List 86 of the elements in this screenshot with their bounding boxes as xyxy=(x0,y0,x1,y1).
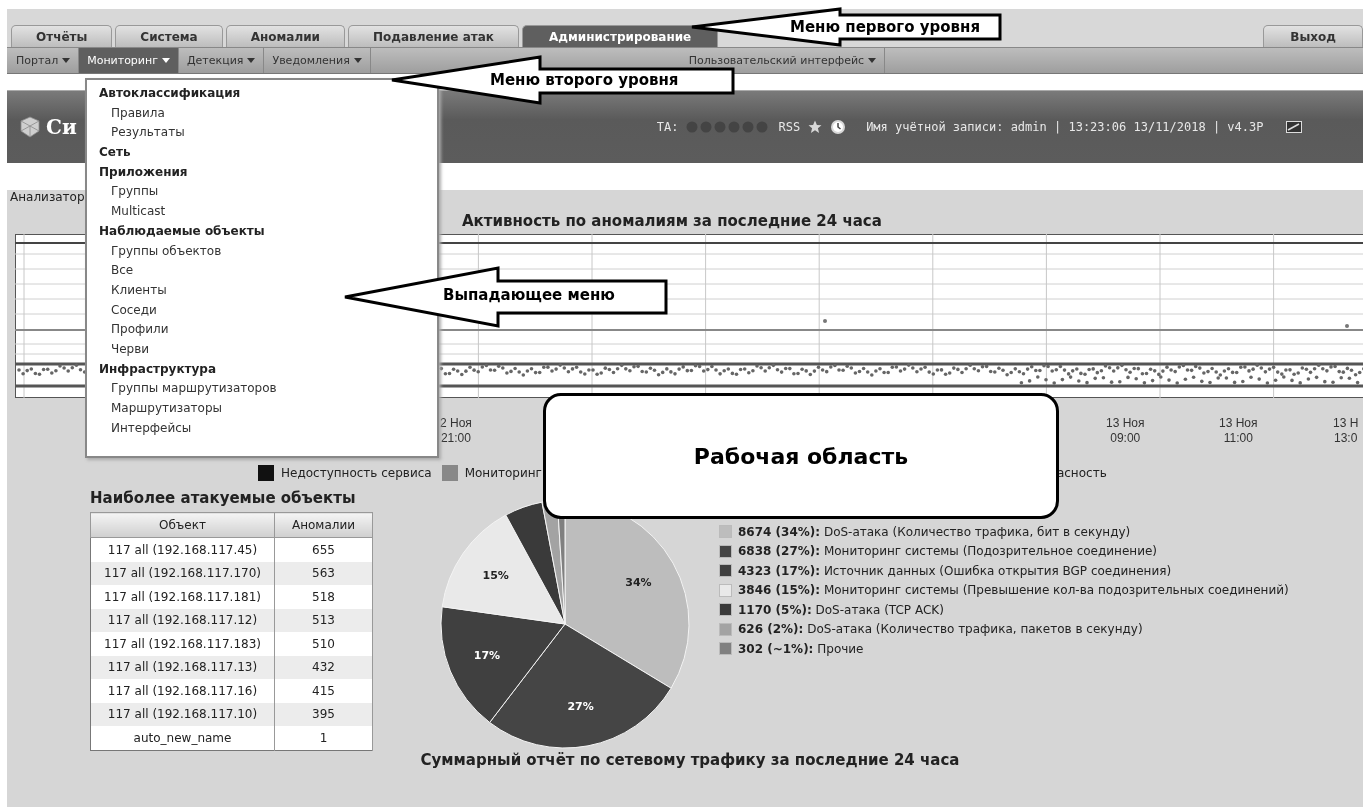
top-menu-tab[interactable]: Администрирование xyxy=(521,25,719,47)
table-cell: 117 all (192.168.117.170) xyxy=(90,561,275,585)
menu-heading[interactable]: Наблюдаемые объекты xyxy=(99,221,265,242)
table-cell: 117 all (192.168.117.12) xyxy=(90,608,275,632)
slice-label: 27% xyxy=(567,699,594,713)
legend-label: 3846 (15%): Мониторинг системы (Превышение кол-ва подозрительных соединений) xyxy=(738,583,1289,598)
table-cell: 510 xyxy=(274,632,373,656)
table-cell: 432 xyxy=(274,655,373,679)
legend-label: 6838 (27%): Мониторинг системы (Подозрительное соединение) xyxy=(738,544,1157,559)
caret-icon xyxy=(62,58,71,63)
account-info: Имя учётной записи: admin | 13:23:06 13/11/2018 | v4.3P xyxy=(866,120,1264,134)
submenu-item[interactable]: Уведомления xyxy=(264,48,371,73)
top-menu-tab[interactable]: Отчёты xyxy=(11,25,113,47)
legend-label: 8674 (34%): DoS-атака (Количество трафика, бит в секунду) xyxy=(738,524,1131,539)
table-cell: 415 xyxy=(274,679,373,703)
axis-label: 13 Ноя 09:00 xyxy=(1106,416,1145,446)
chart-title: Активность по аномалиям за последние 24 часа xyxy=(462,212,883,230)
slice-label: 15% xyxy=(482,568,509,582)
axis-label: 13 Ноя 11:00 xyxy=(1219,416,1258,446)
menu-heading[interactable]: Инфраструктура xyxy=(99,359,217,380)
legend-label: 302 (~1%): Прочие xyxy=(738,641,864,656)
table-cell: 117 all (192.168.117.10) xyxy=(90,702,275,726)
column-header[interactable]: Объект xyxy=(90,512,275,538)
caret-icon xyxy=(247,58,256,63)
section-title: Суммарный отчёт по сетевому трафику за последние 24 часа xyxy=(419,750,961,769)
table-cell: 395 xyxy=(274,702,373,726)
column-header[interactable]: Аномалии xyxy=(274,512,373,538)
menu-item[interactable]: Интерфейсы xyxy=(111,418,192,439)
submenu-item[interactable]: Мониторинг xyxy=(79,48,179,73)
menu-item[interactable]: Группы маршрутизаторов xyxy=(111,379,277,399)
table-cell: 518 xyxy=(274,585,373,609)
legend-label: Недоступность сервиса xyxy=(281,466,432,480)
table-cell: 655 xyxy=(274,537,373,562)
table-cell: 117 all (192.168.117.45) xyxy=(90,537,275,562)
table-cell: 117 all (192.168.117.16) xyxy=(90,679,275,703)
window-icon[interactable] xyxy=(1285,121,1302,133)
breadcrumb: Анализатор xyxy=(10,190,85,204)
menu-heading[interactable]: Приложения xyxy=(99,162,188,183)
menu-item[interactable]: Multicast xyxy=(111,202,166,222)
table-cell: 513 xyxy=(274,608,373,632)
top-menu-tab[interactable]: Подавление атак xyxy=(348,25,519,47)
menu-item[interactable]: Соседи xyxy=(111,300,157,321)
table-cell: 117 all (192.168.117.181) xyxy=(90,585,275,609)
slice-label: 17% xyxy=(473,648,501,662)
legend-label: 626 (2%): DoS-атака (Количество трафика, пакетов в секунду) xyxy=(738,622,1143,637)
menu-item[interactable]: Черви xyxy=(111,339,150,360)
menu-item[interactable]: Клиенты xyxy=(111,280,167,301)
caret-icon xyxy=(868,58,877,63)
menu-item[interactable]: Результаты xyxy=(111,123,185,144)
star-icon[interactable] xyxy=(808,120,823,134)
callout-text: Меню второго уровня xyxy=(490,71,679,89)
menu-item[interactable]: Группы xyxy=(111,182,159,203)
callout-text: Рабочая область xyxy=(693,443,909,469)
callout-text: Меню первого уровня xyxy=(790,18,980,36)
menu-item[interactable]: Правила xyxy=(111,103,165,124)
rss-link[interactable]: RSS xyxy=(778,120,801,134)
menu-item[interactable]: Профили xyxy=(111,320,169,340)
table-cell: auto_new_name xyxy=(90,726,275,750)
legend-label: 4323 (17%): Источник данных (Ошибка открытия BGP соединения) xyxy=(738,563,1172,578)
submenu-item[interactable]: Детекция xyxy=(179,48,265,73)
menu-item[interactable]: Группы объектов xyxy=(111,241,222,262)
callout-text: Выпадающее меню xyxy=(443,286,615,304)
logout-tab[interactable]: Выход xyxy=(1263,25,1363,47)
table-cell: 117 all (192.168.117.13) xyxy=(90,655,275,679)
legend-label: асность xyxy=(1056,466,1107,480)
axis-label: 13 Н 13:0 xyxy=(1333,416,1359,446)
clock-icon[interactable] xyxy=(830,119,847,135)
app-title: Си xyxy=(46,115,77,139)
polyhedron-icon xyxy=(19,116,41,138)
legend-label: 1170 (5%): DoS-атака (TCP ACK) xyxy=(738,602,944,617)
axis-label: 2 Ноя 21:00 xyxy=(440,416,472,446)
caret-icon xyxy=(162,58,170,63)
menu-item[interactable]: Маршрутизаторы xyxy=(111,399,222,419)
menu-heading[interactable]: Автоклассификация xyxy=(99,84,241,104)
menu-heading[interactable]: Сеть xyxy=(99,143,131,163)
top-menu-tab[interactable]: Аномалии xyxy=(225,25,345,47)
legend-label: Мониторинг xyxy=(464,466,542,480)
table-cell: 563 xyxy=(274,561,373,585)
caret-icon xyxy=(353,58,362,63)
slice-label: 34% xyxy=(625,575,652,589)
table-cell: 1 xyxy=(274,726,373,750)
ta-label: TA: xyxy=(656,120,679,134)
menu-item[interactable]: Все xyxy=(111,261,134,281)
top-menu-tab[interactable]: Система xyxy=(115,25,223,47)
table-title: Наиболее атакуемые объекты xyxy=(90,489,357,507)
table-cell: 117 all (192.168.117.183) xyxy=(90,632,275,656)
